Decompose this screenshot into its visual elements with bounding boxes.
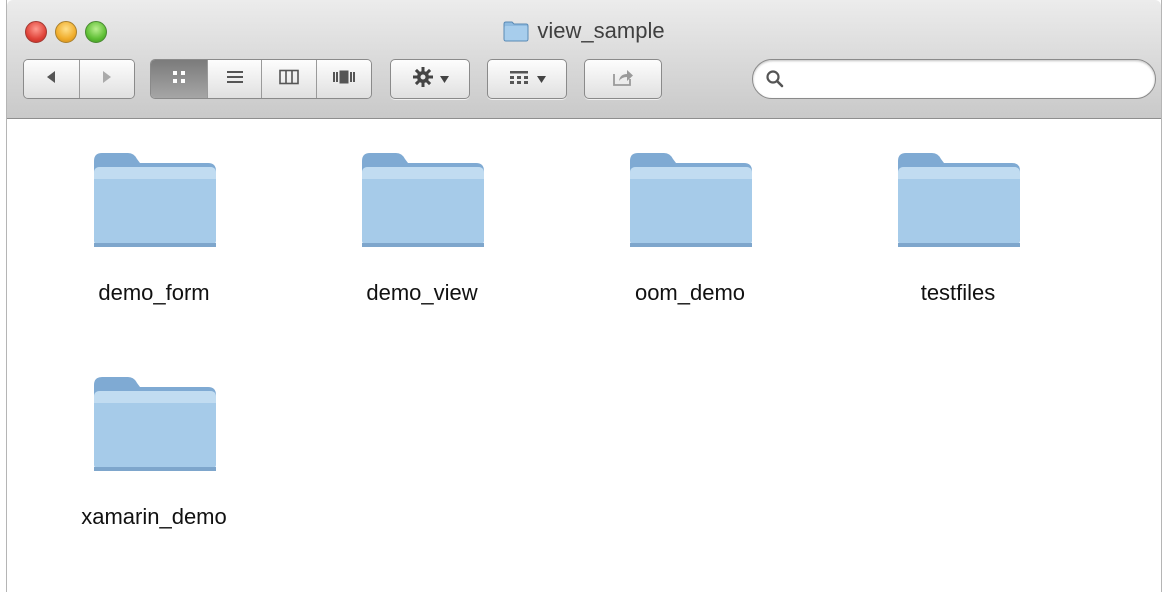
column-view-icon	[279, 69, 300, 90]
coverflow-view-button[interactable]	[317, 60, 371, 98]
forward-button[interactable]	[79, 60, 134, 98]
search-input[interactable]	[791, 66, 1145, 94]
folder-item[interactable]: xamarin_demo	[34, 373, 274, 530]
folder-item[interactable]: demo_form	[34, 149, 274, 306]
folder-name: demo_view	[366, 280, 478, 305]
back-button[interactable]	[24, 60, 80, 98]
gear-icon	[412, 66, 434, 93]
search-icon	[765, 69, 785, 94]
nav-buttons	[23, 59, 135, 99]
folder-name: demo_form	[98, 280, 210, 305]
view-mode-buttons	[150, 59, 372, 99]
column-view-button[interactable]	[262, 60, 318, 98]
list-view-icon	[226, 69, 244, 90]
coverflow-view-icon	[332, 69, 356, 90]
window-title: view_sample	[7, 18, 1161, 48]
chevron-down-icon	[536, 70, 546, 88]
window-title-text: view_sample	[537, 18, 665, 43]
folder-icon	[88, 377, 220, 477]
folder-icon	[88, 153, 220, 253]
share-icon	[611, 67, 635, 92]
finder-window: view_sample demo_form demo_view oom_demo…	[6, 0, 1162, 592]
folder-item[interactable]: oom_demo	[570, 149, 810, 306]
folder-icon	[624, 153, 756, 253]
folder-name: oom_demo	[634, 280, 746, 305]
share-button[interactable]	[584, 59, 662, 99]
action-menu-button[interactable]	[390, 59, 470, 99]
back-arrow-icon	[44, 70, 58, 89]
forward-arrow-icon	[100, 70, 114, 89]
titlebar: view_sample	[7, 0, 1161, 119]
folder-name: testfiles	[920, 280, 996, 305]
folder-item[interactable]: demo_view	[302, 149, 542, 306]
chevron-down-icon	[439, 70, 449, 88]
folder-icon	[503, 20, 529, 48]
icon-view-icon	[171, 69, 187, 90]
folder-icon	[356, 153, 488, 253]
folder-icon	[892, 153, 1024, 253]
arrange-icon	[509, 69, 529, 90]
arrange-menu-button[interactable]	[487, 59, 567, 99]
folder-name: xamarin_demo	[81, 504, 227, 529]
folder-item[interactable]: testfiles	[838, 149, 1078, 306]
list-view-button[interactable]	[207, 60, 263, 98]
icon-view-button[interactable]	[151, 60, 208, 98]
folder-content-area: demo_form demo_view oom_demo testfiles x…	[7, 119, 1161, 592]
search-field[interactable]	[752, 59, 1156, 99]
